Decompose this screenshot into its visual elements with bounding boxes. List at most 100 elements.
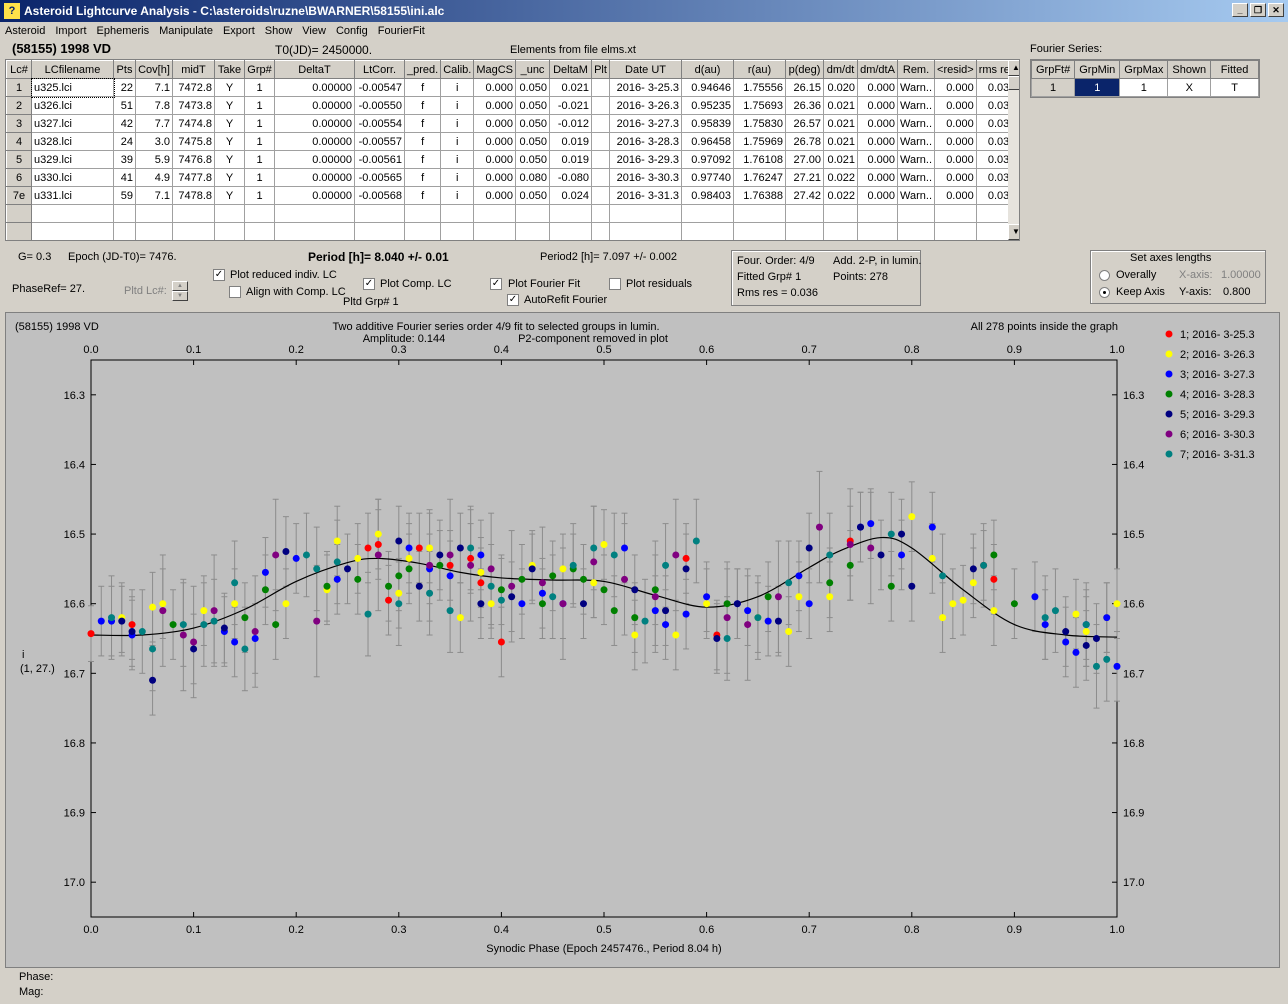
period-label[interactable]: Period [h]= 8.040 +/- 0.01 <box>308 250 449 264</box>
table-cell[interactable]: 0.021 <box>823 96 859 115</box>
column-header[interactable]: p(deg) <box>785 60 825 79</box>
table-cell[interactable]: f <box>403 78 442 97</box>
table-cell[interactable]: 1.75556 <box>733 78 787 97</box>
empty-cell[interactable] <box>515 204 551 223</box>
table-cell[interactable]: 0.00000 <box>274 114 355 133</box>
table-cell[interactable] <box>591 168 611 187</box>
table-cell[interactable]: -0.080 <box>549 168 593 187</box>
table-cell[interactable]: 0.080 <box>515 168 551 187</box>
empty-cell[interactable] <box>172 222 215 240</box>
lightcurve-plot[interactable]: (58155) 1998 VD Two additive Fourier ser… <box>6 313 1279 967</box>
table-cell[interactable]: -0.00565 <box>354 168 405 187</box>
empty-cell[interactable] <box>823 222 859 240</box>
row-header[interactable]: 7e <box>6 186 32 205</box>
table-cell[interactable]: 7.1 <box>135 186 173 205</box>
table-cell[interactable]: u325.lci <box>30 77 115 98</box>
table-cell[interactable]: 0.000 <box>857 132 899 151</box>
empty-cell[interactable] <box>135 204 173 223</box>
empty-cell[interactable] <box>681 222 735 240</box>
empty-cell[interactable] <box>354 222 405 240</box>
column-header[interactable]: Plt <box>591 60 611 79</box>
table-cell[interactable]: 0.022 <box>823 168 859 187</box>
empty-cell[interactable] <box>440 204 475 223</box>
table-cell[interactable]: 1 <box>244 186 275 205</box>
empty-cell[interactable] <box>549 204 593 223</box>
column-header[interactable]: DeltaT <box>274 60 355 79</box>
column-header[interactable]: Cov[h] <box>135 60 173 79</box>
empty-cell[interactable] <box>785 204 825 223</box>
table-cell[interactable]: 1 <box>244 168 275 187</box>
column-header[interactable]: Lc# <box>6 60 32 79</box>
row-header[interactable]: 1 <box>6 78 32 97</box>
spin-up-icon[interactable]: ▲ <box>172 281 188 291</box>
table-cell[interactable]: 26.15 <box>785 78 825 97</box>
table-cell[interactable]: 7.7 <box>135 114 173 133</box>
table-cell[interactable]: u328.lci <box>31 132 114 151</box>
table-cell[interactable]: 0.000 <box>473 114 517 133</box>
table-cell[interactable]: u331.lci <box>31 186 114 205</box>
table-cell[interactable]: 2016- 3-27.3 <box>609 114 683 133</box>
table-cell[interactable]: 1.75969 <box>733 132 787 151</box>
empty-cell[interactable] <box>6 222 32 240</box>
table-cell[interactable]: -0.00547 <box>354 78 405 97</box>
table-cell[interactable]: 0.019 <box>549 150 593 169</box>
table-cell[interactable]: 0.000 <box>473 186 517 205</box>
lightcurve-table[interactable]: Lc# LCfilename Pts Cov[h] midT Take Grp# DeltaT… <box>5 59 1020 241</box>
table-cell[interactable]: 0.00000 <box>274 78 355 97</box>
table-cell[interactable]: 7.1 <box>135 78 173 97</box>
lightcurve-plot-panel[interactable]: (58155) 1998 VD Two additive Fourier ser… <box>5 312 1280 968</box>
cell-grpft[interactable]: 1 <box>1030 78 1076 97</box>
table-cell[interactable]: 0.95839 <box>681 114 735 133</box>
table-cell[interactable] <box>591 96 611 115</box>
table-cell[interactable]: 1 <box>244 132 275 151</box>
table-cell[interactable]: -0.00561 <box>354 150 405 169</box>
table-cell[interactable]: 0.000 <box>473 132 517 151</box>
autorefit-checkbox[interactable]: ✓ <box>507 294 519 306</box>
table-cell[interactable]: 27.42 <box>785 186 825 205</box>
table-cell[interactable]: 1 <box>244 150 275 169</box>
table-cell[interactable]: 7478.8 <box>172 186 215 205</box>
close-button[interactable]: ✕ <box>1268 3 1284 17</box>
empty-cell[interactable] <box>897 204 936 223</box>
table-cell[interactable]: -0.021 <box>549 96 593 115</box>
table-cell[interactable]: 0.95235 <box>681 96 735 115</box>
table-cell[interactable]: u326.lci <box>31 96 114 115</box>
table-cell[interactable]: -0.012 <box>549 114 593 133</box>
table-cell[interactable]: Warn.. <box>897 132 936 151</box>
table-cell[interactable]: 24 <box>113 132 136 151</box>
table-row[interactable]: 1 u325.lci 22 7.1 7472.8 Y 1 0.00000 -0.00547 f i 0… <box>6 77 1019 98</box>
empty-cell[interactable] <box>591 204 611 223</box>
table-cell[interactable]: 1.75830 <box>733 114 787 133</box>
empty-cell[interactable] <box>274 204 355 223</box>
table-cell[interactable]: 7.8 <box>135 96 173 115</box>
table-cell[interactable]: i <box>440 186 475 205</box>
table-cell[interactable]: 0.000 <box>934 150 977 169</box>
column-header[interactable]: LCfilename <box>31 60 114 79</box>
table-cell[interactable]: 0.050 <box>515 186 551 205</box>
empty-cell[interactable] <box>733 204 787 223</box>
table-cell[interactable] <box>591 186 611 205</box>
plot-residuals-checkbox[interactable] <box>609 278 621 290</box>
table-cell[interactable]: 1 <box>244 78 275 97</box>
align-comp-label[interactable]: Align with Comp. LC <box>246 286 346 298</box>
scroll-up-icon[interactable]: ▲ <box>1008 60 1019 76</box>
table-cell[interactable]: 7472.8 <box>172 78 215 97</box>
table-cell[interactable]: 0.94646 <box>681 78 735 97</box>
column-header[interactable]: LtCorr. <box>354 60 405 79</box>
table-cell[interactable]: 0.000 <box>934 96 977 115</box>
menu-view[interactable]: View <box>297 25 331 37</box>
empty-cell[interactable] <box>31 222 114 240</box>
empty-cell[interactable] <box>113 222 136 240</box>
table-cell[interactable]: 0.021 <box>823 132 859 151</box>
empty-cell[interactable] <box>172 204 215 223</box>
empty-cell[interactable] <box>609 222 683 240</box>
table-cell[interactable]: Y <box>214 114 245 133</box>
empty-cell[interactable] <box>515 222 551 240</box>
table-cell[interactable]: 0.000 <box>857 168 899 187</box>
empty-cell[interactable] <box>823 204 859 223</box>
table-cell[interactable]: 0.97092 <box>681 150 735 169</box>
table-cell[interactable]: 0.000 <box>934 186 977 205</box>
fourier-series-table[interactable]: GrpFt# GrpMin GrpMax Shown Fitted 1 1 1 … <box>1030 59 1261 98</box>
row-header[interactable]: 6 <box>6 168 32 187</box>
table-cell[interactable]: 1.76247 <box>733 168 787 187</box>
